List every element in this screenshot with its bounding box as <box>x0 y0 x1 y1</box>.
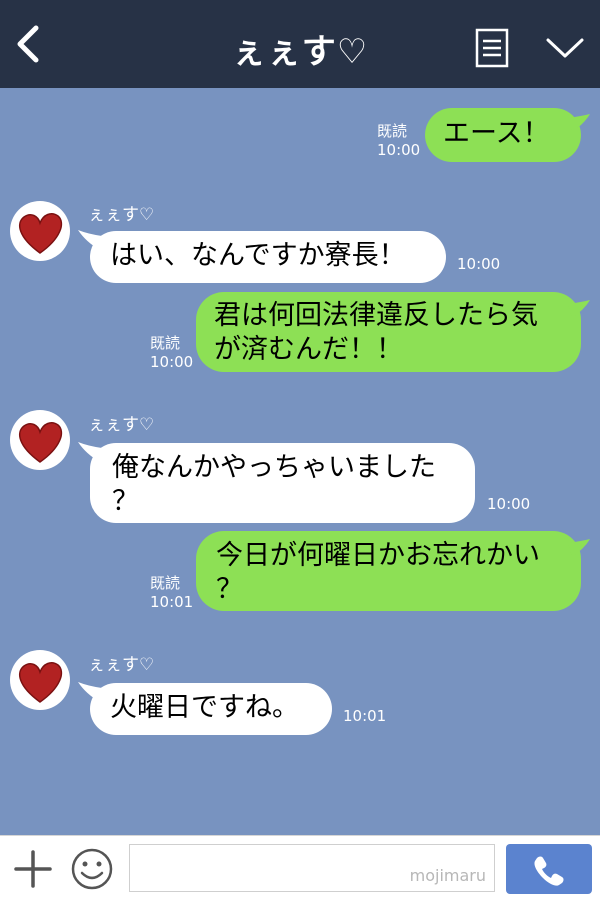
chat-header: ぇぇす♡ <box>0 0 600 88</box>
message-time: 10:01 <box>343 707 387 725</box>
read-receipt: 既読 <box>150 574 181 592</box>
heart-icon <box>18 213 63 254</box>
message-text: 火曜日ですね。 <box>110 692 299 723</box>
heart-icon <box>18 662 63 703</box>
add-button[interactable] <box>14 850 52 888</box>
message-time: 10:00 <box>487 495 531 513</box>
message-text-line: 俺なんかやっちゃいました <box>112 452 436 483</box>
watermark: mojimaru <box>409 866 486 885</box>
message-meta: 既読 10:00 <box>377 122 420 160</box>
message-bubble-incoming[interactable]: はい、なんですか寮長！ <box>90 231 446 283</box>
message-time: 10:00 <box>377 141 421 159</box>
message-text: はい、なんですか寮長！ <box>110 240 406 271</box>
message-text-line: が済むんだ！！ <box>214 334 403 365</box>
smiley-icon <box>71 848 113 890</box>
read-receipt: 既読 <box>377 122 408 140</box>
menu-button[interactable] <box>473 28 511 68</box>
sender-name: ぇぇす♡ <box>88 205 155 225</box>
avatar[interactable] <box>10 410 70 470</box>
message-meta: 既読 10:01 <box>150 574 193 612</box>
message-text-line: 君は何回法律違反したら気 <box>214 300 538 331</box>
read-receipt: 既読 <box>150 334 181 352</box>
chevron-down-icon <box>546 38 584 58</box>
sender-name: ぇぇす♡ <box>88 655 155 675</box>
message-time: 10:01 <box>150 593 194 611</box>
message-text-line: ？ <box>112 486 139 517</box>
avatar[interactable] <box>10 201 70 261</box>
message-bubble-outgoing[interactable]: 君は何回法律違反したら気 が済むんだ！！ <box>196 292 581 372</box>
message-text: エース！ <box>443 118 550 149</box>
document-menu-icon <box>475 28 509 68</box>
call-button[interactable] <box>506 844 592 894</box>
bubble-tail <box>568 539 590 557</box>
sender-name: ぇぇす♡ <box>88 415 155 435</box>
chat-area[interactable]: 既読 10:00 エース！ ぇぇす♡ はい、なんですか寮長！ 10:00 既読 … <box>0 88 600 835</box>
message-text-line: 今日が何曜日かお忘れかい <box>216 540 540 571</box>
message-time: 10:00 <box>150 353 194 371</box>
expand-button[interactable] <box>544 32 586 62</box>
message-input[interactable]: mojimaru <box>129 844 495 892</box>
message-bubble-outgoing[interactable]: エース！ <box>425 108 581 162</box>
bubble-tail <box>568 300 590 318</box>
message-time: 10:00 <box>457 255 501 273</box>
phone-icon <box>534 856 564 886</box>
bubble-tail <box>568 114 590 132</box>
message-bubble-incoming[interactable]: 火曜日ですね。 <box>90 683 332 735</box>
message-bubble-incoming[interactable]: 俺なんかやっちゃいました ？ <box>90 443 475 523</box>
message-bubble-outgoing[interactable]: 今日が何曜日かお忘れかい ？ <box>196 531 581 611</box>
message-text-line: ？ <box>216 574 243 605</box>
plus-icon <box>14 850 52 888</box>
avatar[interactable] <box>10 650 70 710</box>
message-meta: 既読 10:00 <box>150 334 193 372</box>
emoji-button[interactable] <box>70 847 114 891</box>
heart-icon <box>18 422 63 463</box>
input-bar: mojimaru <box>0 835 600 901</box>
